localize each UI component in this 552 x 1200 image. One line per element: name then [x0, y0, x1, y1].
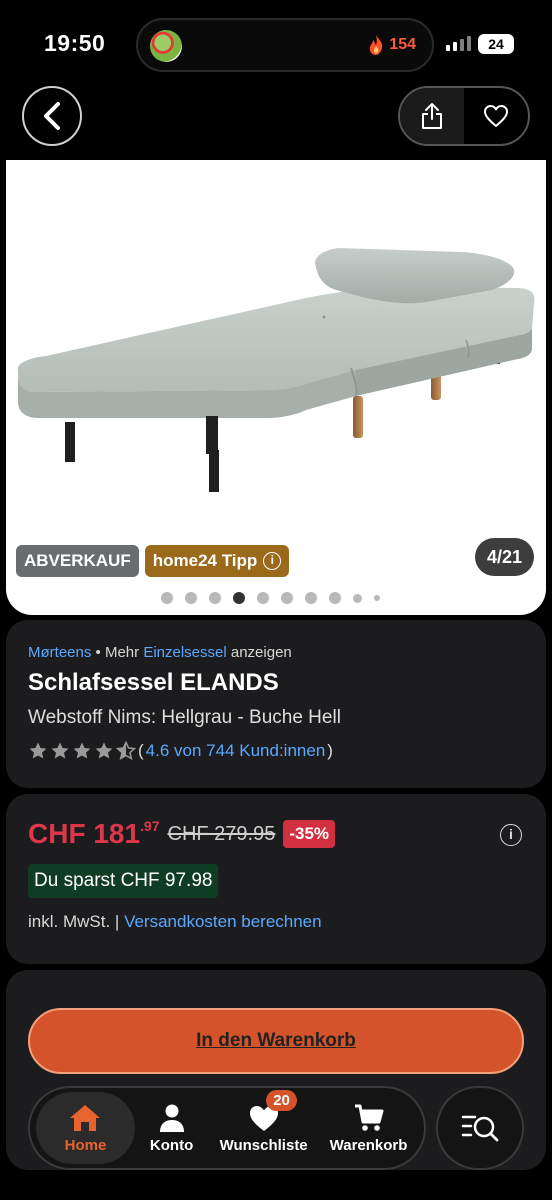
tab-wishlist[interactable]: Wunschliste 20	[208, 1090, 319, 1164]
tab-home-label: Home	[64, 1136, 107, 1154]
flame-icon	[370, 35, 383, 55]
product-actions	[398, 86, 530, 146]
category-link[interactable]: Einzelsessel	[143, 644, 226, 661]
brand-link[interactable]: Mørteens	[28, 644, 91, 661]
pagination-dot[interactable]	[209, 592, 221, 604]
current-price: CHF 181.97	[28, 818, 160, 850]
status-time: 19:50	[44, 30, 106, 56]
cart-icon	[354, 1104, 384, 1131]
info-icon: i	[263, 552, 282, 570]
tab-cart[interactable]: Warenkorb	[319, 1092, 418, 1164]
search-menu-icon	[461, 1115, 499, 1142]
breadcrumb: Mørteens • Mehr Einzelsessel anzeigen	[28, 644, 524, 661]
streak-indicator: 154	[367, 34, 416, 56]
back-button[interactable]	[22, 86, 82, 146]
streak-count: 154	[389, 36, 416, 53]
add-to-cart-button[interactable]: In den Warenkorb	[28, 1008, 524, 1074]
tax-note-row: inkl. MwSt. | Versandkosten berechnen	[28, 912, 524, 932]
product-title: Schlafsessel ELANDS	[28, 669, 279, 696]
gallery-pagination[interactable]	[161, 592, 380, 604]
dynamic-island[interactable]: 154	[136, 18, 434, 72]
rating-paren-close: )	[327, 741, 333, 760]
app-avatar-icon	[150, 30, 182, 62]
product-variant: Webstoff Nims: Hellgrau - Buche Hell	[28, 707, 341, 728]
wishlist-toggle-button[interactable]	[465, 88, 529, 144]
share-button[interactable]	[400, 88, 465, 144]
pagination-dot-active[interactable]	[233, 592, 245, 604]
tip-badge[interactable]: home24 Tipp i	[144, 545, 290, 577]
pagination-dot[interactable]	[185, 592, 197, 604]
heart-outline-icon	[484, 105, 509, 127]
tab-cart-label: Warenkorb	[329, 1136, 408, 1154]
status-bar: 19:50 154 24	[0, 0, 552, 90]
pagination-dot[interactable]	[374, 595, 380, 601]
pagination-dot[interactable]	[353, 593, 362, 603]
current-price-main: CHF 181	[28, 818, 141, 849]
home-icon	[70, 1104, 101, 1131]
battery-indicator: 24	[478, 34, 514, 54]
product-image	[17, 248, 535, 492]
rating-row[interactable]: (4.6 von 744 Kund:innen)	[28, 741, 524, 761]
user-icon	[159, 1104, 184, 1132]
breadcrumb-show: anzeigen	[230, 644, 292, 661]
pagination-dot[interactable]	[281, 592, 293, 604]
signal-icon	[446, 36, 471, 51]
tab-account-label: Konto	[149, 1136, 194, 1154]
shipping-cost-link[interactable]: Versandkosten berechnen	[124, 912, 322, 931]
breadcrumb-more: Mehr	[104, 644, 140, 661]
badge-row: ABVERKAUF home24 Tipp i	[16, 545, 290, 577]
pagination-dot[interactable]	[329, 592, 341, 604]
tax-note: inkl. MwSt. |	[28, 912, 120, 931]
price-info-icon[interactable]: i	[500, 824, 522, 846]
star-half-icon	[116, 741, 136, 760]
search-button[interactable]	[436, 1086, 524, 1170]
chevron-left-icon	[44, 102, 60, 130]
price-card: CHF 181.97 CHF 279.95 -35% i Du sparst C…	[6, 794, 546, 964]
pagination-dot[interactable]	[161, 592, 173, 604]
breadcrumb-separator: •	[95, 644, 101, 661]
sale-badge: ABVERKAUF	[16, 545, 139, 577]
star-full-icon	[95, 742, 113, 759]
image-counter: 4/21	[474, 538, 534, 576]
tab-home[interactable]: Home	[36, 1092, 135, 1164]
pagination-dot[interactable]	[305, 592, 317, 604]
bottom-tab-bar: Home Konto Wunschliste 20 Warenkorb	[28, 1086, 426, 1170]
rating-paren-open: (	[138, 741, 144, 760]
rating-link[interactable]: 4.6 von 744 Kund:innen	[146, 741, 326, 761]
share-icon	[421, 103, 442, 129]
product-image-gallery[interactable]: ABVERKAUF home24 Tipp i 4/21	[6, 160, 546, 615]
tab-account[interactable]: Konto	[135, 1092, 208, 1164]
discount-badge: -35%	[283, 820, 336, 848]
savings-badge: Du sparst CHF 97.98	[28, 864, 219, 898]
star-full-icon	[73, 742, 91, 759]
pagination-dot[interactable]	[257, 592, 269, 604]
old-price: CHF 279.95	[167, 822, 276, 845]
tab-wishlist-label: Wunschliste	[219, 1136, 308, 1154]
product-info-card: Mørteens • Mehr Einzelsessel anzeigen Sc…	[6, 620, 546, 788]
wishlist-count-badge: 20	[266, 1090, 297, 1111]
tip-badge-label: home24 Tipp	[152, 551, 258, 570]
current-price-cents: .97	[140, 818, 160, 834]
price-row: CHF 181.97 CHF 279.95 -35%	[28, 818, 524, 850]
star-full-icon	[51, 742, 69, 759]
star-full-icon	[29, 742, 47, 759]
